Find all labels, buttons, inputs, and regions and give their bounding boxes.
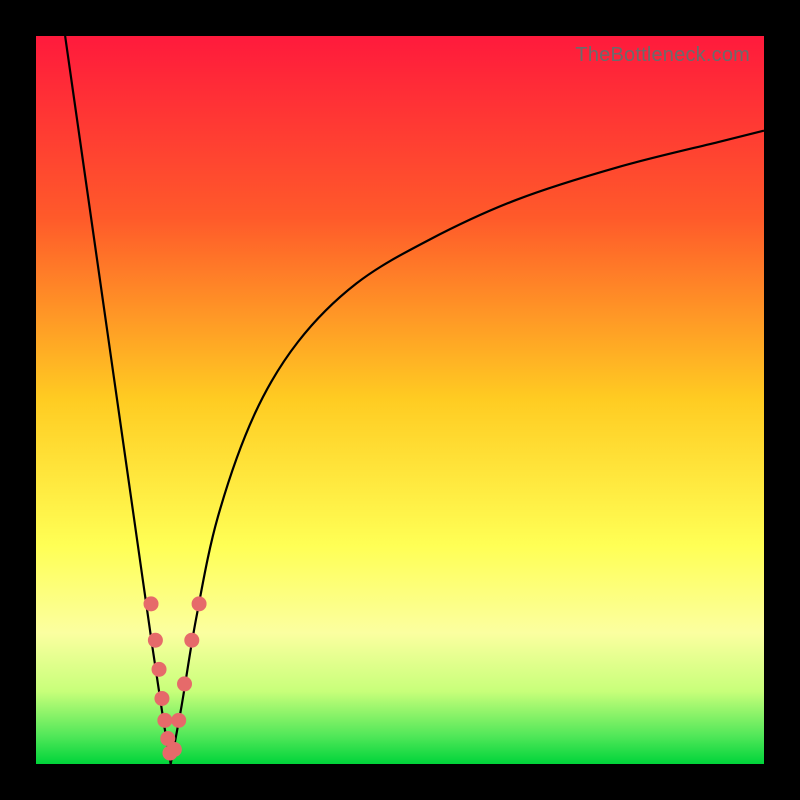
marker-dot [144, 596, 159, 611]
marker-dot [167, 742, 182, 757]
marker-dot [157, 713, 172, 728]
marker-dot [171, 713, 186, 728]
marker-dot [154, 691, 169, 706]
marker-dot [152, 662, 167, 677]
plot-area: TheBottleneck.com [36, 36, 764, 764]
watermark-text: TheBottleneck.com [575, 44, 750, 67]
bottleneck-chart [36, 36, 764, 764]
marker-dot [184, 633, 199, 648]
marker-dot [148, 633, 163, 648]
marker-dot [192, 596, 207, 611]
chart-frame: TheBottleneck.com [0, 0, 800, 800]
gradient-background [36, 36, 764, 764]
marker-dot [177, 676, 192, 691]
